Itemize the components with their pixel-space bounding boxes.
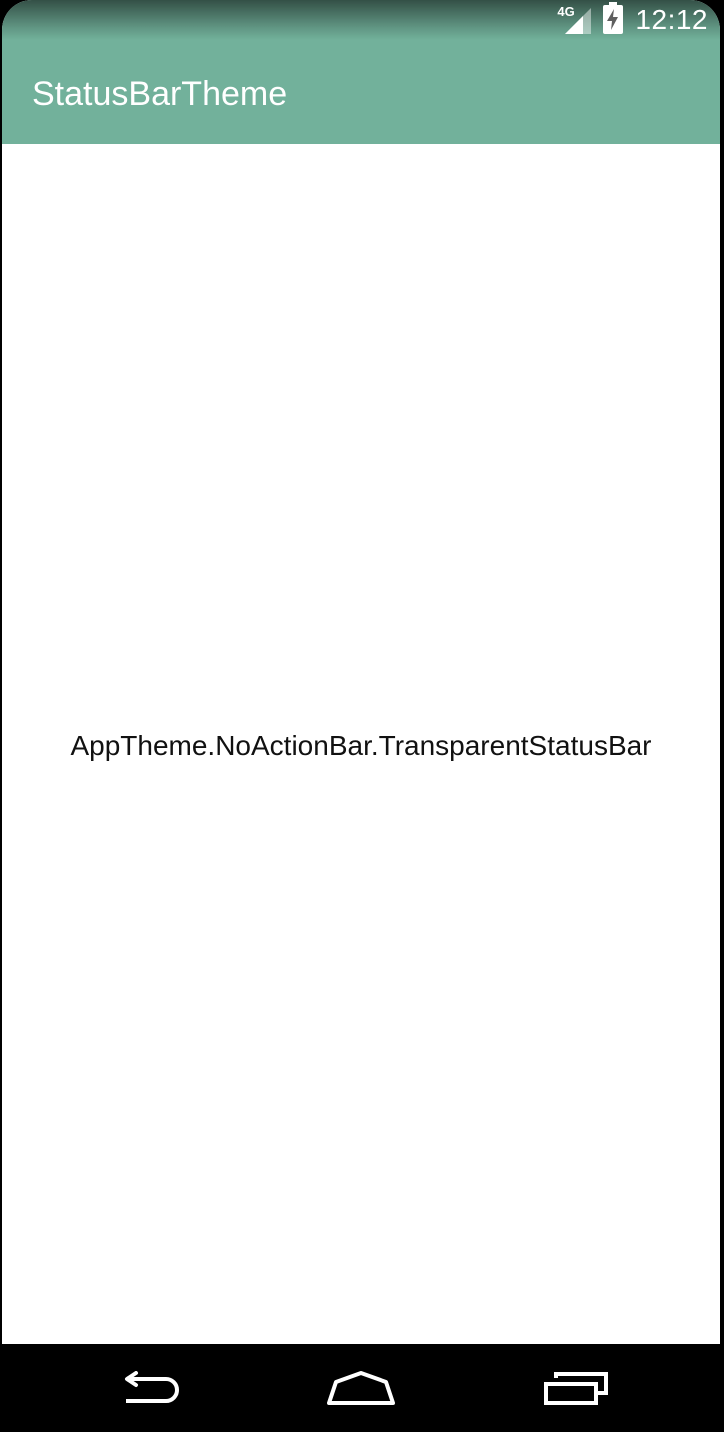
back-button[interactable] (108, 1366, 188, 1410)
battery-charging-icon (603, 1, 624, 39)
app-bar: 4G 12:12 StatusBarTheme (2, 0, 720, 144)
app-screen: 4G 12:12 StatusBarTheme AppTheme.NoActio… (2, 0, 720, 1344)
theme-label: AppTheme.NoActionBar.TransparentStatusBa… (70, 730, 652, 761)
recents-icon (544, 1372, 608, 1405)
home-icon (327, 1371, 395, 1405)
status-icons: 4G 12:12 (557, 1, 708, 39)
device-frame: 4G 12:12 StatusBarTheme AppTheme.NoActio… (0, 0, 724, 1432)
home-button[interactable] (321, 1366, 401, 1410)
recents-button[interactable] (536, 1366, 616, 1410)
signal-icon: 4G (557, 4, 592, 34)
status-bar: 4G 12:12 (2, 0, 720, 40)
back-icon (125, 1371, 179, 1403)
status-time: 12:12 (635, 4, 708, 35)
main-content: AppTheme.NoActionBar.TransparentStatusBa… (2, 144, 720, 1344)
navigation-bar (0, 1344, 724, 1432)
app-title: StatusBarTheme (32, 75, 288, 113)
